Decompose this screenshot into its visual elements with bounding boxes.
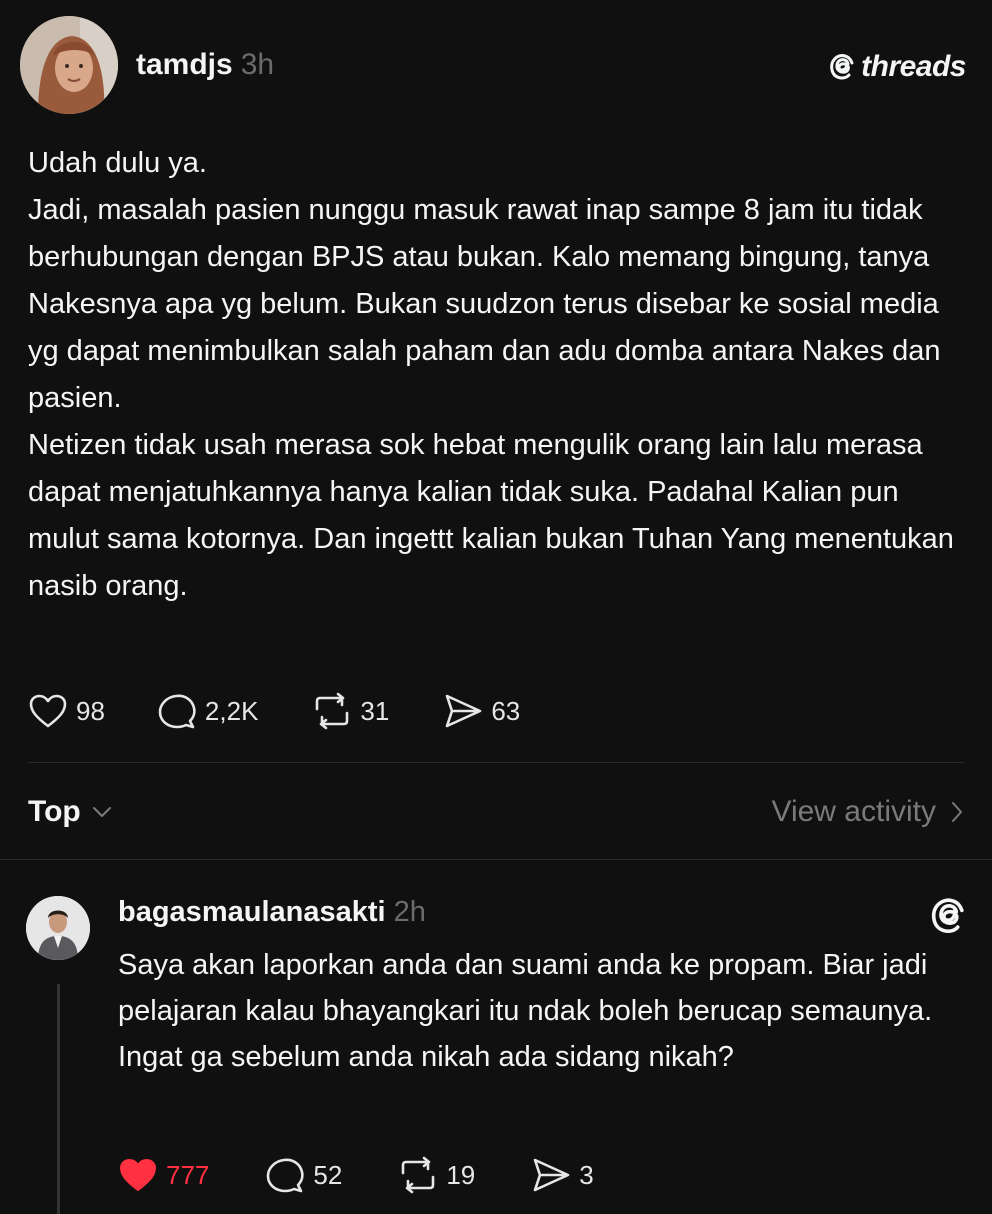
threads-wordmark: threads bbox=[861, 50, 966, 83]
reply-author[interactable]: bagasmaulanasakti 2h bbox=[118, 896, 426, 929]
reply-count: 52 bbox=[313, 1159, 343, 1190]
view-activity-link[interactable]: View activity bbox=[771, 795, 964, 829]
repost-button[interactable]: 31 bbox=[312, 692, 389, 730]
threads-icon bbox=[931, 898, 964, 934]
repost-count: 31 bbox=[360, 695, 390, 726]
sort-dropdown[interactable]: Top bbox=[28, 795, 113, 829]
reply-count: 2,2K bbox=[204, 695, 259, 726]
share-button[interactable]: 3 bbox=[531, 1156, 594, 1194]
divider bbox=[28, 762, 964, 763]
like-count: 777 bbox=[166, 1159, 210, 1190]
comment-icon bbox=[158, 694, 196, 729]
divider bbox=[0, 859, 992, 860]
share-count: 63 bbox=[491, 695, 521, 726]
share-button[interactable]: 63 bbox=[443, 692, 520, 730]
post-paragraph: Netizen tidak usah merasa sok hebat meng… bbox=[28, 429, 954, 602]
post-paragraph: Udah dulu ya. bbox=[28, 147, 207, 179]
avatar-photo bbox=[26, 896, 90, 960]
sort-label: Top bbox=[28, 795, 81, 828]
repost-button[interactable]: 19 bbox=[398, 1156, 475, 1194]
replies-sort-bar: Top View activity bbox=[28, 790, 964, 834]
avatar[interactable] bbox=[26, 896, 90, 960]
reply-actions: 777 52 19 3 bbox=[118, 1154, 594, 1196]
reply-button[interactable]: 2,2K bbox=[157, 692, 259, 730]
like-button[interactable]: 777 bbox=[118, 1157, 209, 1193]
chevron-down-icon bbox=[92, 807, 111, 817]
heart-icon bbox=[29, 694, 67, 728]
reply-text: Saya akan laporkan anda dan suami anda k… bbox=[118, 949, 933, 1073]
threads-icon bbox=[830, 54, 854, 80]
post-username[interactable]: tamdjs bbox=[136, 48, 233, 81]
threads-icon-button[interactable] bbox=[930, 896, 966, 941]
like-button[interactable]: 98 bbox=[28, 693, 105, 729]
reply-username[interactable]: bagasmaulanasakti bbox=[118, 896, 386, 928]
threads-logo: threads bbox=[829, 50, 966, 84]
post-paragraph: Jadi, masalah pasien nunggu masuk rawat … bbox=[28, 194, 941, 414]
view-activity-label: View activity bbox=[771, 795, 936, 828]
repost-count: 19 bbox=[446, 1159, 476, 1190]
share-count: 3 bbox=[579, 1159, 594, 1190]
post-timestamp: 3h bbox=[240, 48, 275, 81]
avatar-photo bbox=[20, 16, 118, 114]
post-author[interactable]: tamdjs 3h bbox=[136, 48, 274, 82]
chevron-right-icon bbox=[952, 802, 962, 822]
post-text: Udah dulu ya. Jadi, masalah pasien nungg… bbox=[28, 140, 968, 610]
reply-timestamp: 2h bbox=[393, 896, 426, 928]
post-actions: 98 2,2K 31 63 bbox=[28, 690, 520, 732]
send-icon bbox=[533, 1158, 570, 1192]
post-header: tamdjs 3h threads bbox=[20, 16, 966, 118]
repost-icon bbox=[316, 692, 349, 730]
like-count: 98 bbox=[76, 695, 105, 726]
send-icon bbox=[446, 694, 482, 728]
heart-filled-icon bbox=[120, 1159, 156, 1191]
comment-icon bbox=[267, 1158, 305, 1193]
repost-icon bbox=[402, 1156, 435, 1194]
reply-button[interactable]: 52 bbox=[265, 1156, 342, 1194]
avatar[interactable] bbox=[20, 16, 118, 114]
thread-line bbox=[57, 984, 60, 1214]
